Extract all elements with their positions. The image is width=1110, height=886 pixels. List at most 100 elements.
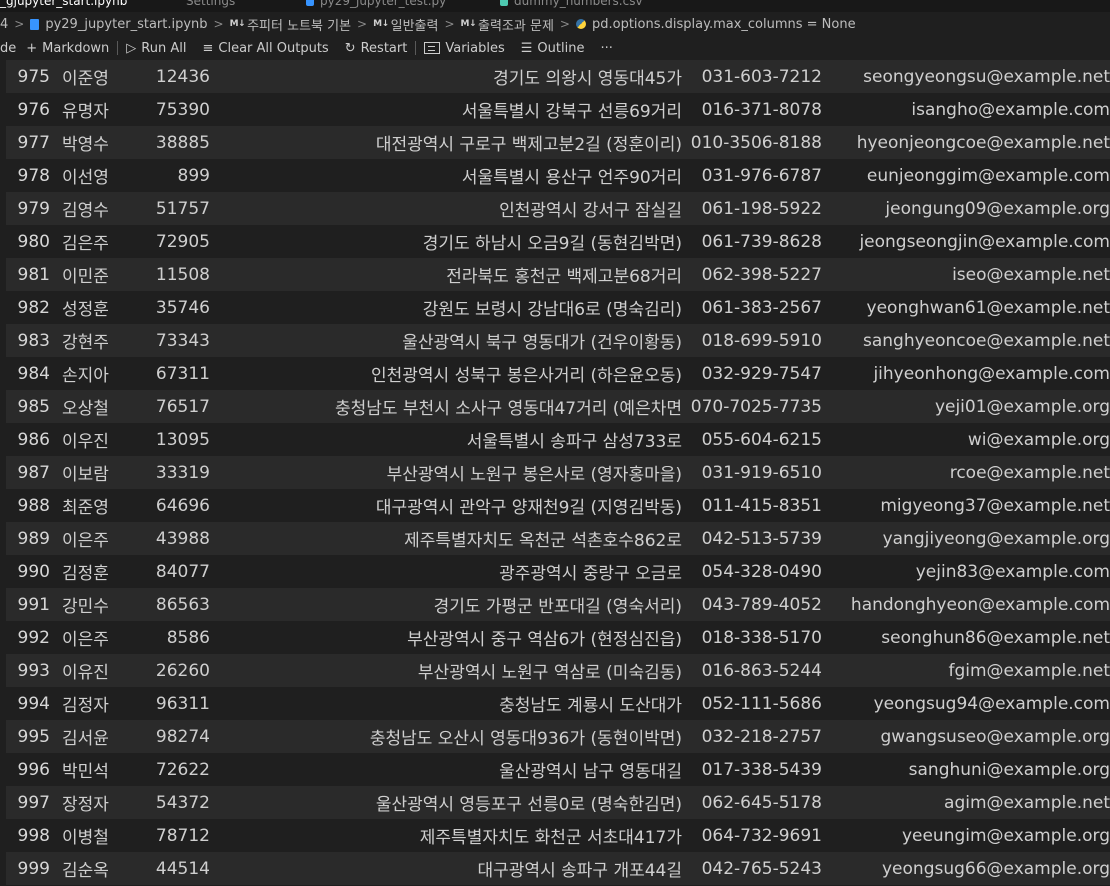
email-cell: sanghyeoncoe@example.net [863, 330, 1110, 351]
row-index: 976 [17, 99, 50, 120]
breadcrumb-section-2[interactable]: M↓ 일반출력 [373, 15, 438, 34]
zip-cell: 96311 [155, 693, 210, 714]
more-actions-button[interactable]: ··· [600, 41, 612, 56]
address-cell: 대구광역시 송파구 개포44길 [477, 861, 682, 881]
breadcrumb-section-1[interactable]: M↓ 주피터 노트북 기본 [230, 15, 351, 34]
table-row: 993 이유진 26260 부산광역시 노원구 역삼로 (미숙김동) 016-863-5… [6, 654, 1110, 687]
tab-dummy-numbers[interactable]: dummy_numbers.csv [500, 0, 643, 10]
zip-cell: 54372 [155, 792, 210, 813]
phone-cell: 031-603-7212 [701, 66, 822, 87]
variables-icon [424, 42, 441, 54]
address-cell: 서울특별시 강북구 선릉69거리 [461, 102, 682, 122]
run-all-button[interactable]: ▷ Run All [126, 41, 186, 56]
cell-output: 975 이준영 12436 경기도 의왕시 영동대45가 031-603-7212 seo… [6, 60, 1110, 886]
address-cell: 강원도 보령시 강남대6로 (명숙김리) [422, 300, 682, 320]
name-cell: 김순옥 [62, 861, 109, 881]
tab-label: py29_jupyter_test.py [320, 0, 447, 8]
add-markdown-cell-button[interactable]: + Markdown [26, 41, 109, 56]
tab-label: dummy_numbers.csv [514, 0, 643, 8]
zip-cell: 33319 [155, 462, 210, 483]
address-cell: 서울특별시 송파구 삼성733로 [466, 432, 682, 452]
breadcrumb-section-3[interactable]: M↓ 출력조과 문제 [461, 15, 554, 34]
outline-button[interactable]: ☰ Outline [521, 41, 585, 56]
address-cell: 부산광역시 노원구 봉은사로 (영자홍마을) [386, 465, 682, 485]
address-cell: 부산광역시 노원구 역삼로 (미숙김동) [417, 663, 682, 683]
breadcrumb-section-label: 주피터 노트북 기본 [247, 18, 352, 34]
row-index: 998 [17, 825, 50, 846]
zip-cell: 26260 [155, 660, 210, 681]
phone-cell: 017-338-5439 [701, 759, 822, 780]
email-cell: jeongseongjin@example.com [859, 231, 1110, 252]
address-cell: 서울특별시 용산구 언주90거리 [461, 168, 682, 188]
name-cell: 손지아 [62, 366, 109, 386]
run-all-icon: ▷ [126, 40, 137, 56]
email-cell: yeji01@example.org [934, 396, 1110, 417]
name-cell: 최준영 [62, 498, 109, 518]
variables-button[interactable]: Variables [424, 40, 505, 56]
tab-jupyter-test[interactable]: py29_jupyter_test.py [306, 0, 446, 10]
clear-all-outputs-button[interactable]: ≡ Clear All Outputs [202, 41, 328, 56]
address-cell: 경기도 가평군 반포대길 (영숙서리) [433, 597, 682, 617]
row-index: 984 [17, 363, 50, 384]
more-actions-icon: ··· [600, 40, 613, 56]
email-cell: gwangsuseo@example.org [880, 726, 1110, 747]
row-index: 994 [17, 693, 50, 714]
table-row: 996 박민석 72622 울산광역시 남구 영동대길 017-338-5439 sang… [6, 753, 1110, 786]
zip-cell: 51757 [155, 198, 210, 219]
variables-label: Variables [445, 40, 505, 56]
name-cell: 김은주 [62, 234, 109, 254]
row-index: 987 [17, 462, 50, 483]
breadcrumb-prefix[interactable]: 4 [0, 17, 8, 32]
phone-cell: 018-699-5910 [701, 330, 822, 351]
phone-cell: 052-111-5686 [701, 693, 822, 714]
restart-button[interactable]: ↻ Restart [345, 41, 408, 56]
address-cell: 울산광역시 남구 영동대길 [499, 762, 682, 782]
breadcrumb: 4 > py29_jupyter_start.ipynb > M↓ 주피터 노트북… [0, 12, 1110, 36]
tab-jupyter-start[interactable]: _gjupyter_start.ipynb [0, 0, 127, 10]
row-index: 981 [17, 264, 50, 285]
email-cell: wi@example.org [967, 429, 1110, 450]
zip-cell: 35746 [155, 297, 210, 318]
email-cell: hyeonjeongcoe@example.net [856, 132, 1110, 153]
phone-cell: 032-218-2757 [701, 726, 822, 747]
zip-cell: 11508 [155, 264, 210, 285]
name-cell: 강현주 [62, 333, 109, 353]
outline-icon: ☰ [520, 40, 533, 56]
address-cell: 대구광역시 관악구 양재천9길 (지영김박동) [375, 498, 682, 518]
clear-label: Clear All Outputs [218, 40, 329, 56]
markdown-icon: M↓ [460, 19, 477, 29]
table-row: 998 이병철 78712 제주특별자치도 화천군 서초대417가 064-732-96… [6, 819, 1110, 852]
name-cell: 이민준 [62, 267, 109, 287]
zip-cell: 8586 [166, 627, 210, 648]
breadcrumb-file[interactable]: py29_jupyter_start.ipynb [30, 17, 208, 32]
name-cell: 김정훈 [62, 564, 109, 584]
email-cell: eunjeonggim@example.com [866, 165, 1110, 186]
toolbar-divider [415, 41, 417, 55]
tab-settings[interactable]: Settings [186, 0, 235, 10]
address-cell: 울산광역시 영등포구 선릉0로 (명숙한김면) [375, 795, 682, 815]
row-index: 985 [17, 396, 50, 417]
chevron-right-icon: > [357, 17, 368, 31]
phone-cell: 042-513-5739 [701, 528, 822, 549]
breadcrumb-cell[interactable]: pd.options.display.max_columns = None [575, 17, 856, 32]
table-row: 988 최준영 64696 대구광역시 관악구 양재천9길 (지영김박동) 011-41… [6, 489, 1110, 522]
table-row: 994 김정자 96311 충청남도 계룡시 도산대가 052-111-5686 yeon… [6, 687, 1110, 720]
table-row: 977 박영수 38885 대전광역시 구로구 백제고분2길 (정훈이리) 010-35… [6, 126, 1110, 159]
python-icon [575, 19, 586, 29]
zip-cell: 44514 [155, 858, 210, 879]
address-cell: 제주특별자치도 옥천군 석촌호수862로 [404, 531, 682, 551]
address-cell: 경기도 하남시 오금9길 (동현김박면) [422, 234, 682, 254]
email-cell: agim@example.net [944, 792, 1110, 813]
email-cell: seonghun86@example.net [881, 627, 1110, 648]
zip-cell: 75390 [155, 99, 210, 120]
table-row: 990 김정훈 84077 광주광역시 중랑구 오금로 054-328-0490 yeji… [6, 555, 1110, 588]
table-row: 984 손지아 67311 인천광역시 성북구 봉은사거리 (하은윤오동) 032-92… [6, 357, 1110, 390]
email-cell: sanghuni@example.org [908, 759, 1110, 780]
phone-cell: 011-415-8351 [701, 495, 822, 516]
row-index: 988 [17, 495, 50, 516]
email-cell: yeongsug94@example.com [873, 693, 1110, 714]
row-index: 978 [17, 165, 50, 186]
phone-cell: 054-328-0490 [701, 561, 822, 582]
address-cell: 부산광역시 중구 역삼6가 (현정심진읍) [407, 630, 682, 650]
add-code-cell-button[interactable]: de [0, 41, 16, 56]
